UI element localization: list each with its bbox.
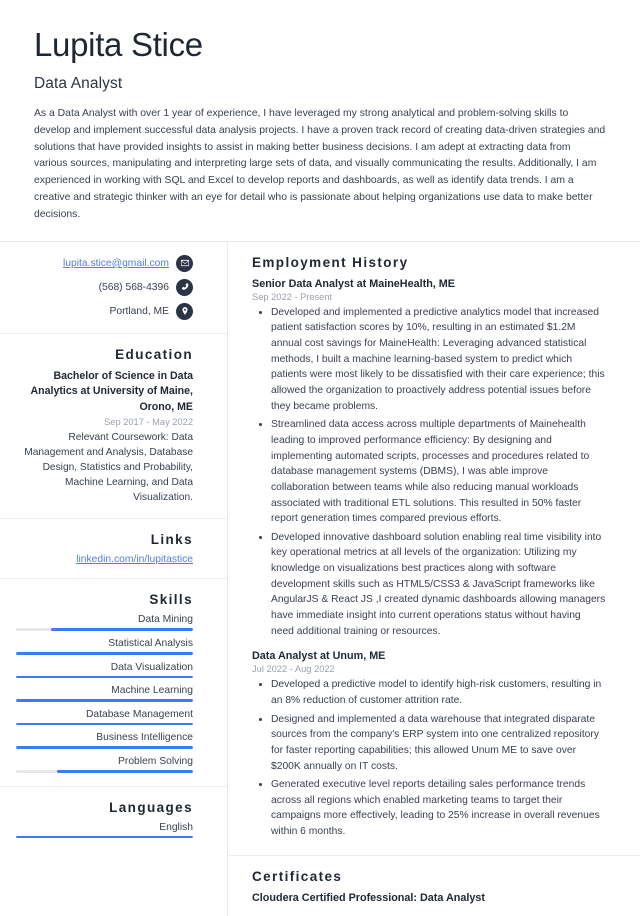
skill-item: Data Visualization [16, 662, 193, 679]
skill-level-track [16, 769, 193, 773]
contact-item-phone: (568) 568-4396 [16, 278, 193, 296]
linkedin-link[interactable]: linkedin.com/in/lupitastice [76, 554, 193, 565]
languages-heading: Languages [109, 799, 193, 815]
main-column: Employment History Senior Data Analyst a… [228, 242, 640, 916]
job-bullet: Developed a predictive model to identify… [271, 677, 606, 708]
skill-level-track [16, 699, 193, 702]
language-item: English [16, 822, 193, 839]
education-date: Sep 2017 - May 2022 [104, 416, 193, 427]
location-text: Portland, ME [109, 305, 169, 317]
job-bullet: Streamlined data access across multiple … [271, 417, 606, 526]
skills-list: Data Mining Statistical Analysis Data Visu… [16, 614, 193, 773]
job-bullet-list: Developed and implemented a predictive a… [252, 305, 606, 639]
link-item[interactable]: linkedin.com/in/lupitastice [16, 554, 193, 565]
employment-history-section: Employment History Senior Data Analyst a… [228, 242, 640, 855]
certificates-section: Certificates Cloudera Certified Professi… [228, 854, 640, 916]
education-heading: Education [115, 346, 193, 362]
contact-item-email[interactable]: lupita.stice@gmail.com [16, 254, 193, 272]
job-entry: Data Analyst at Unum, ME Jul 2022 - Aug 2… [252, 650, 606, 839]
languages-section: Languages English [0, 785, 227, 852]
skills-section: Skills Data Mining Statistical Analysis Da… [0, 578, 227, 785]
skill-label: Business Intelligence [96, 732, 193, 744]
language-level-fill [16, 835, 193, 839]
skill-level-track [16, 651, 193, 655]
skill-level-fill [51, 628, 193, 631]
contact-details-section: lupita.stice@gmail.com (568) 568-4396 Po… [0, 242, 227, 333]
skill-label: Data Visualization [110, 661, 193, 673]
skill-level-fill [16, 675, 193, 679]
resume-header: Lupita Stice Data Analyst As a Data Anal… [0, 0, 640, 224]
skill-level-fill [16, 722, 193, 726]
resume-body: lupita.stice@gmail.com (568) 568-4396 Po… [0, 241, 640, 916]
skill-level-fill [56, 769, 193, 773]
job-bullet: Developed innovative dashboard solution … [271, 530, 606, 639]
links-heading: Links [150, 532, 193, 548]
skill-level-track [16, 746, 193, 749]
job-role: Senior Data Analyst at MaineHealth, ME [252, 277, 455, 290]
skill-level-track [16, 722, 193, 726]
profile-summary: As a Data Analyst with over 1 year of ex… [34, 107, 606, 220]
skill-level-fill [16, 699, 193, 702]
email-link[interactable]: lupita.stice@gmail.com [63, 258, 169, 269]
skill-item: Problem Solving [16, 756, 193, 773]
phone-icon [176, 278, 193, 296]
language-level-track [16, 835, 193, 839]
contact-item-location: Portland, ME [16, 302, 193, 320]
sidebar: lupita.stice@gmail.com (568) 568-4396 Po… [0, 241, 228, 916]
job-title: Data Analyst [34, 74, 123, 92]
education-degree: Bachelor of Science in Data Analytics at… [30, 369, 194, 413]
certificates-heading: Certificates [252, 868, 343, 884]
skill-item: Data Mining [16, 614, 193, 631]
links-section: Links linkedin.com/in/lupitastice [0, 518, 227, 578]
location-pin-icon [176, 302, 193, 320]
language-label: English [159, 821, 193, 833]
skill-label: Database Management [85, 708, 193, 720]
education-section: Education Bachelor of Science in Data An… [0, 332, 227, 519]
education-description: Relevant Coursework: Data Management and… [24, 431, 193, 504]
skill-level-track [16, 628, 193, 631]
skill-label: Statistical Analysis [108, 637, 193, 649]
skill-label: Machine Learning [111, 685, 193, 697]
skill-item: Statistical Analysis [16, 638, 193, 655]
job-bullet: Designed and implemented a data warehous… [271, 712, 606, 775]
job-role: Data Analyst at Unum, ME [252, 650, 386, 663]
skill-level-track [16, 675, 193, 679]
skill-item: Business Intelligence [16, 732, 193, 749]
skills-heading: Skills [149, 592, 193, 608]
skill-level-fill [16, 651, 193, 655]
job-bullet: Generated executive level reports detail… [271, 777, 606, 840]
jobs-list: Senior Data Analyst at MaineHealth, ME Se… [252, 278, 606, 840]
skill-item: Machine Learning [16, 685, 193, 702]
envelope-icon [176, 254, 193, 272]
job-bullet: Developed and implemented a predictive a… [271, 305, 606, 414]
skill-label: Data Mining [138, 614, 193, 626]
skill-item: Database Management [16, 709, 193, 726]
employment-history-heading: Employment History [252, 254, 409, 270]
page-title: Lupita Stice [34, 26, 203, 63]
languages-list: English [16, 822, 193, 839]
skill-level-fill [16, 746, 193, 749]
phone-number: (568) 568-4396 [98, 281, 169, 293]
certificate-item: Cloudera Certified Professional: Data An… [252, 891, 485, 904]
job-entry: Senior Data Analyst at MaineHealth, ME Se… [252, 278, 606, 639]
job-date: Jul 2022 - Aug 2022 [252, 664, 335, 675]
job-date: Sep 2022 - Present [252, 291, 333, 302]
skill-label: Problem Solving [118, 755, 193, 767]
job-bullet-list: Developed a predictive model to identify… [252, 677, 606, 839]
